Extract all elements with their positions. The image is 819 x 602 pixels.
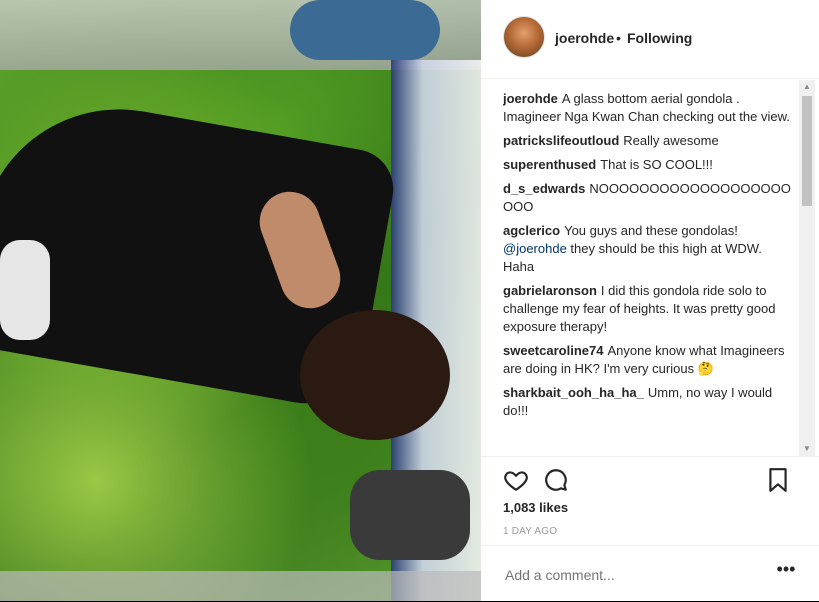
gondola-frame-bottom [0,571,481,601]
comment-username[interactable]: joerohde [503,91,558,106]
header-separator: • [616,30,621,46]
comment: superenthused That is SO COOL!!! [503,156,793,174]
comment: d_s_edwards NOOOOOOOOOOOOOOOOOOOOOO [503,180,793,216]
more-options-icon[interactable]: ••• [775,560,797,582]
comment-username[interactable]: superenthused [503,157,596,172]
comment: patrickslifeoutloud Really awesome [503,132,793,150]
scroll-thumb[interactable] [802,96,812,206]
comment-text: That is SO COOL!!! [600,157,713,172]
mention-link[interactable]: @joerohde [503,241,567,256]
comment-input[interactable] [503,564,767,586]
comment-username[interactable]: sharkbait_ooh_ha_ha_ [503,385,644,400]
comment: gabrielaronson I did this gondola ride so… [503,282,793,336]
follow-button[interactable]: Following [627,30,692,46]
comment-text: You guys and these gondolas! [564,223,738,238]
bookmark-icon[interactable] [765,467,791,493]
post-sidebar: joerohde • Following joerohde A glass bot… [481,0,819,601]
post-actions [481,456,819,503]
boot-shape [350,470,470,560]
likes-count[interactable]: 1,083 likes [503,500,568,515]
scroll-up-arrow-icon[interactable]: ▲ [799,80,815,94]
comment-text: Really awesome [623,133,719,148]
post-timestamp: 1 DAY AGO [503,526,558,537]
hair-shape [300,310,450,440]
comment-username[interactable]: gabrielaronson [503,283,597,298]
comment-username[interactable]: agclerico [503,223,560,238]
post-photo[interactable] [0,0,481,601]
comment-username[interactable]: sweetcaroline74 [503,343,603,358]
comments-scrollbar[interactable]: ▲ ▼ [799,80,815,456]
author-username[interactable]: joerohde [555,30,614,46]
comment: sharkbait_ooh_ha_ha_ Umm, no way I would … [503,384,793,420]
comment-username[interactable]: d_s_edwards [503,181,585,196]
caption: joerohde A glass bottom aerial gondola . … [503,90,793,126]
scroll-down-arrow-icon[interactable]: ▼ [799,442,815,456]
shoe-shape [290,0,440,60]
comments-list: joerohde A glass bottom aerial gondola . … [503,90,793,456]
post-header: joerohde • Following [481,0,819,79]
speech-bubble-icon[interactable] [543,467,569,493]
sneaker-shape [0,240,50,340]
heart-icon[interactable] [503,467,529,493]
comment: sweetcaroline74 Anyone know what Imaginee… [503,342,793,378]
add-comment-bar: ••• [481,545,819,602]
comment-username[interactable]: patrickslifeoutloud [503,133,619,148]
avatar[interactable] [503,16,545,58]
comment: agclerico You guys and these gondolas! @j… [503,222,793,276]
